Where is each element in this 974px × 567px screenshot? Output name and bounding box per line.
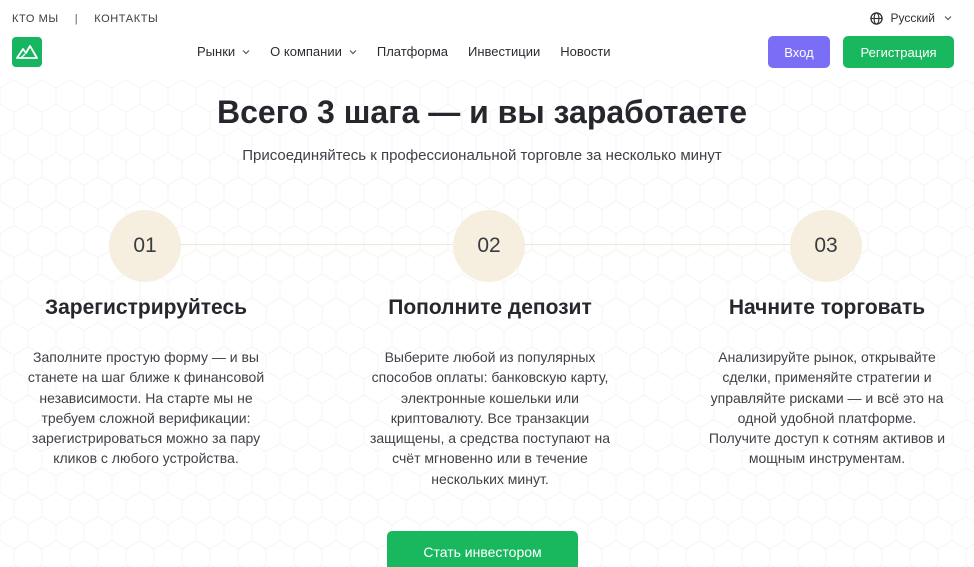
step-description-line: нескольких минут. [431, 470, 549, 487]
step-description-line: способов оплаты: банковскую карту, [371, 369, 609, 386]
nav-item-label: Платформа [376, 44, 449, 59]
step-description-line: Выберите любой из популярных [384, 349, 596, 365]
step-description-line: Анализируйте рынок, открывайте [718, 349, 936, 365]
nav-item-about[interactable]: О компании [270, 44, 357, 59]
step-title: Пополните депозит [388, 296, 592, 319]
chevron-down-icon [349, 49, 357, 54]
step-description-line: Заполните простую форму — и вы [33, 349, 259, 365]
step-description-line: сделки, применяйте стратегии и [722, 369, 932, 386]
step-number-badge: 01 [109, 210, 181, 282]
step-number-badge: 02 [453, 210, 525, 282]
step-description: Заполните простую форму — и вы станете н… [0, 347, 296, 469]
step-title: Зарегистрируйтесь [44, 296, 248, 319]
step-description-line: станете на шаг ближе к финансовой [27, 369, 265, 386]
nav-item-label: Новости [560, 44, 611, 59]
logo[interactable] [12, 37, 42, 67]
login-button[interactable]: Вход [768, 36, 830, 68]
nav-item-news[interactable]: Новости [560, 44, 610, 59]
steps-section: Всего 3 шага — и вы заработаете Присоеди… [0, 0, 974, 567]
step-description-line: требуем сложной верификации: [41, 409, 251, 426]
step-description-line: счёт мгновенно или в течение [392, 450, 588, 467]
become-investor-button[interactable]: Стать инвестором [387, 531, 578, 567]
top-links-separator: | [74, 13, 79, 25]
nav-item-label: Рынки [197, 44, 236, 59]
nav-item-platform[interactable]: Платформа [377, 44, 448, 59]
register-button[interactable]: Регистрация [843, 36, 954, 68]
main-navbar: Рынки О компании Платформа Инвестиции Но… [0, 36, 974, 68]
step-description-line: независимости. На старте мы не [39, 389, 253, 406]
step-description-line: электронные кошельки или [401, 389, 579, 406]
step-description-line: зарегистрироваться можно за пару [31, 430, 261, 447]
globe-icon [870, 11, 884, 25]
top-links: КТО МЫ | КОНТАКТЫ [12, 13, 158, 25]
chevron-down-icon [944, 16, 952, 21]
language-label: Русский [890, 11, 935, 25]
step-title: Начните торговать [728, 296, 926, 319]
section-title: Всего 3 шага — и вы заработаете [216, 94, 747, 130]
link-contacts[interactable]: КОНТАКТЫ [94, 13, 158, 25]
step-description-line: мощным инструментам. [748, 450, 906, 467]
section-subtitle: Присоединяйтесь к профессиональной торго… [242, 147, 722, 164]
nav-item-label: Инвестиции [468, 44, 541, 59]
step-number-badge: 03 [790, 210, 862, 282]
step-description-line: одной удобной платформе. [737, 409, 917, 426]
nav-item-markets[interactable]: Рынки [197, 44, 250, 59]
chevron-down-icon [242, 49, 250, 54]
nav-item-label: О компании [270, 44, 342, 59]
link-about-us[interactable]: КТО МЫ [12, 13, 59, 25]
mountain-logo-icon [16, 45, 38, 59]
step-description-line: Получите доступ к сотням активов и [708, 430, 946, 447]
step-description-line: управляйте рисками — и всё это на [710, 389, 944, 406]
language-selector[interactable]: Русский [870, 11, 952, 25]
step-description: Выберите любой из популярных способов оп… [340, 347, 640, 489]
nav-item-investments[interactable]: Инвестиции [468, 44, 540, 59]
top-bar: КТО МЫ | КОНТАКТЫ Русский [0, 0, 974, 38]
step-description-line: криптовалюту. Все транзакции [390, 409, 590, 426]
step-description: Анализируйте рынок, открывайте сделки, п… [677, 347, 974, 469]
main-menu: Рынки О компании Платформа Инвестиции Но… [197, 44, 631, 59]
step-description-line: защищены, а средства поступают на [369, 430, 611, 447]
step-description-line: кликов с любого устройства. [53, 450, 239, 467]
